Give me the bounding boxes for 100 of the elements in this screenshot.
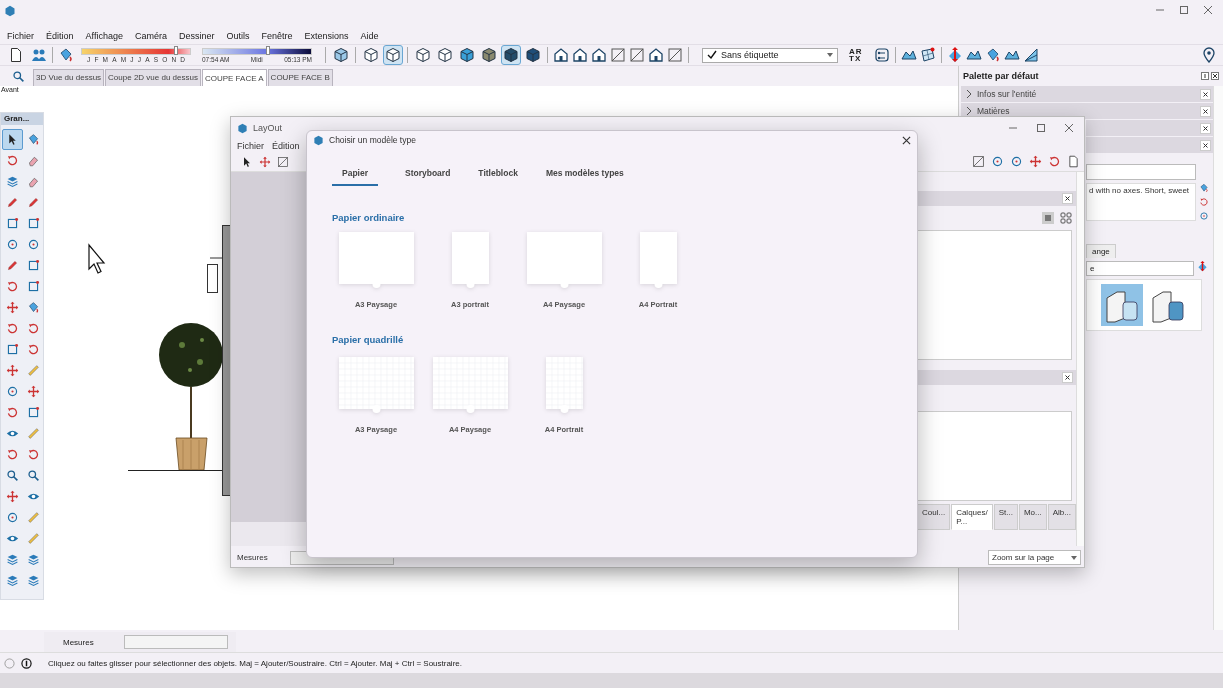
- scene-tab[interactable]: COUPE FACE A: [201, 69, 267, 86]
- scrollbar[interactable]: [1075, 172, 1084, 546]
- refresh-icon[interactable]: [1199, 197, 1209, 207]
- scene-tab[interactable]: 3D Vue du dessus: [33, 69, 105, 86]
- menu-item[interactable]: Édition: [46, 31, 74, 41]
- tray-tab[interactable]: St...: [993, 504, 1018, 530]
- tray-tab[interactable]: Alb...: [1047, 504, 1076, 530]
- menu-item[interactable]: Extensions: [304, 31, 349, 41]
- paint-bucket-icon: [27, 301, 40, 314]
- paint-bucket-icon[interactable]: [58, 47, 74, 63]
- maximize-icon[interactable]: [1036, 123, 1046, 133]
- menu-item[interactable]: Fenêtre: [261, 31, 293, 41]
- house-icon[interactable]: [648, 47, 664, 63]
- house-icon[interactable]: [591, 47, 607, 63]
- circle-icon[interactable]: [991, 155, 1004, 168]
- menu-item[interactable]: Affichage: [85, 31, 123, 41]
- name-field[interactable]: [1086, 164, 1196, 180]
- bucket-icon[interactable]: [1199, 183, 1209, 193]
- tray-tab[interactable]: Calques/ P...: [951, 504, 993, 530]
- square-icon[interactable]: [972, 155, 985, 168]
- date-slider[interactable]: [81, 47, 191, 55]
- view-style-button[interactable]: [523, 45, 543, 65]
- menu-item[interactable]: Fichier: [237, 140, 264, 151]
- pin-icon[interactable]: [1201, 72, 1209, 80]
- close-button[interactable]: [1061, 193, 1073, 204]
- dialog-tab[interactable]: Mes modèles types: [544, 164, 625, 186]
- tray-tab[interactable]: Coul...: [917, 504, 951, 530]
- scene-tab[interactable]: COUPE FACE B: [267, 69, 333, 86]
- menu-item[interactable]: Caméra: [134, 31, 167, 41]
- menu-item[interactable]: Outils: [226, 31, 250, 41]
- view-style-button[interactable]: [435, 45, 455, 65]
- status-text: Cliquez ou faites glisser pour sélectionner des objets. Maj = Ajouter/Soustraire. Ctrl = Ajouter. Maj + Ctrl = Soustraire.: [48, 658, 462, 668]
- close-button[interactable]: [1200, 139, 1211, 151]
- tray-panel-header[interactable]: Matières: [961, 103, 1213, 119]
- cube-icon: [363, 47, 379, 63]
- view-style-button[interactable]: [383, 45, 403, 65]
- view-style-button[interactable]: [331, 45, 351, 65]
- style-thumbnail[interactable]: [1101, 284, 1143, 326]
- artx-button[interactable]: AR TX: [849, 48, 863, 62]
- square-icon[interactable]: [610, 47, 626, 63]
- location-pin-icon[interactable]: [1201, 47, 1217, 63]
- tray-tab[interactable]: Mo...: [1018, 504, 1047, 530]
- move-icon: [6, 490, 19, 503]
- measurements-field[interactable]: [123, 635, 228, 649]
- close-icon[interactable]: [902, 135, 911, 145]
- circuit-icon[interactable]: [873, 47, 890, 63]
- circle-icon: [6, 385, 19, 398]
- new-file-icon[interactable]: [8, 47, 24, 63]
- dialog-tab[interactable]: Titleblock: [477, 164, 519, 186]
- scrollbar[interactable]: [1213, 86, 1223, 630]
- caret-icon: [827, 53, 833, 57]
- square-icon[interactable]: [667, 47, 683, 63]
- zoom-dropdown[interactable]: Zoom sur la page: [988, 550, 1081, 565]
- view-style-button[interactable]: [457, 45, 477, 65]
- list-view-icon[interactable]: [1041, 212, 1054, 224]
- triangle-icon[interactable]: [1022, 47, 1039, 63]
- close-button[interactable]: [1200, 122, 1211, 134]
- slider-thumb[interactable]: [265, 45, 270, 55]
- rotate-icon[interactable]: [1048, 155, 1061, 168]
- tag-dropdown[interactable]: Sans étiquette: [702, 47, 838, 63]
- rectangle-icon: [27, 259, 40, 272]
- rectangle-icon: [6, 343, 19, 356]
- close-icon[interactable]: [1211, 72, 1219, 80]
- info-icon[interactable]: [21, 657, 32, 669]
- square-icon[interactable]: [629, 47, 645, 63]
- view-style-button[interactable]: [479, 45, 499, 65]
- move-icon[interactable]: [1029, 155, 1042, 168]
- people-icon[interactable]: [31, 47, 47, 63]
- circle-icon[interactable]: [1199, 211, 1209, 221]
- maximize-icon[interactable]: [1179, 5, 1189, 15]
- close-button[interactable]: [1061, 372, 1073, 383]
- grid-icon[interactable]: [919, 47, 936, 63]
- dialog-tab[interactable]: Papier: [332, 164, 378, 186]
- circle-icon[interactable]: [1010, 155, 1023, 168]
- menu-item[interactable]: Édition: [272, 140, 300, 151]
- tray-panel-header[interactable]: Infos sur l'entité: [961, 86, 1213, 102]
- search-icon[interactable]: [12, 70, 25, 83]
- panel-tab[interactable]: ange: [1086, 244, 1116, 258]
- cube-icon: [385, 47, 401, 63]
- menu-item[interactable]: Fichier: [7, 31, 34, 41]
- view-style-button[interactable]: [501, 45, 521, 65]
- time-slider[interactable]: [202, 47, 312, 55]
- house-icon[interactable]: [553, 47, 569, 63]
- move-icon[interactable]: [259, 155, 271, 168]
- view-style-button[interactable]: [413, 45, 433, 65]
- tool-button[interactable]: [2, 129, 23, 150]
- slider-thumb[interactable]: [173, 45, 178, 55]
- close-button[interactable]: [1200, 88, 1211, 100]
- grid-view-icon[interactable]: [1059, 212, 1072, 224]
- menu-item[interactable]: Dessiner: [178, 31, 215, 41]
- menu-item[interactable]: Aide: [360, 31, 379, 41]
- scene-tab[interactable]: Coupe 2D vue du dessus: [105, 69, 201, 86]
- arrow-icon[interactable]: [1197, 261, 1208, 272]
- house-icon[interactable]: [572, 47, 588, 63]
- collection-dropdown[interactable]: e: [1086, 261, 1194, 276]
- close-button[interactable]: [1200, 105, 1211, 117]
- circle-icon: [27, 238, 40, 251]
- dialog-tab[interactable]: Storyboard: [404, 164, 452, 186]
- square-icon[interactable]: [277, 155, 289, 168]
- view-style-button[interactable]: [361, 45, 381, 65]
